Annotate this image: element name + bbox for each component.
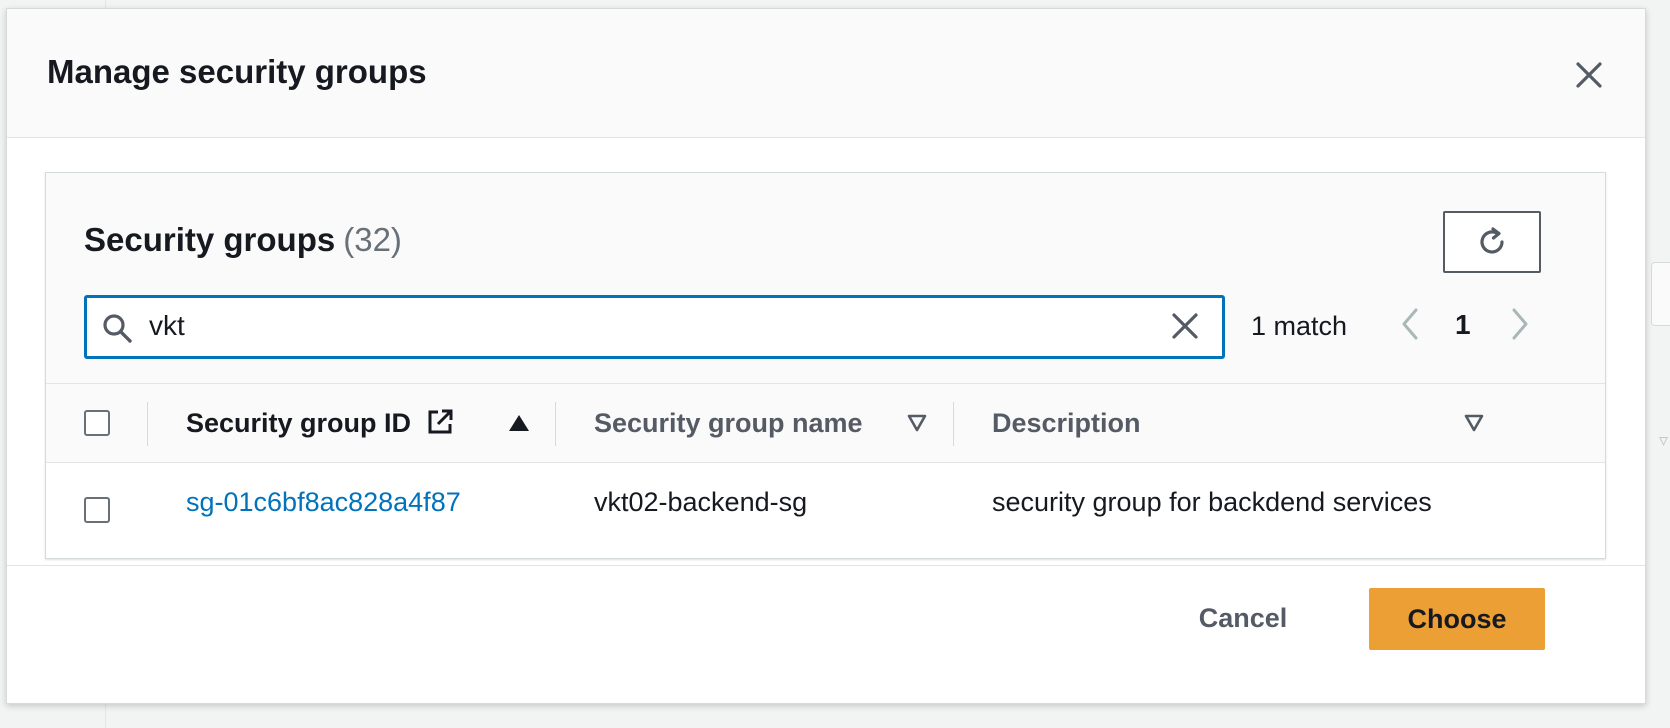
- cancel-button[interactable]: Cancel: [1175, 588, 1311, 648]
- search-icon: [103, 314, 132, 343]
- search-input[interactable]: [149, 306, 1149, 346]
- panel-title: Security groups (32): [84, 221, 402, 259]
- column-divider: [147, 402, 148, 446]
- sort-caret-down-icon[interactable]: [907, 414, 927, 432]
- external-link-icon[interactable]: [426, 408, 454, 436]
- security-group-name: vkt02-backend-sg: [594, 487, 808, 517]
- security-group-id-link[interactable]: sg-01c6bf8ac828a4f87: [186, 487, 461, 518]
- search-field[interactable]: [84, 295, 1225, 359]
- column-header-id[interactable]: Security group ID: [186, 408, 411, 439]
- match-count: 1 match: [1251, 311, 1348, 341]
- chevron-right-icon[interactable]: [1508, 306, 1532, 342]
- close-button[interactable]: [1567, 53, 1611, 97]
- security-groups-panel: Security groups(32) 1 match 1: [45, 172, 1606, 559]
- background-caret-icon: ▿: [1658, 430, 1668, 450]
- chevron-left-icon[interactable]: [1398, 306, 1422, 342]
- choose-button[interactable]: Choose: [1369, 588, 1545, 650]
- page-number[interactable]: 1: [1455, 309, 1471, 341]
- column-divider: [953, 402, 954, 446]
- clear-icon[interactable]: [1168, 309, 1202, 343]
- sort-caret-down-icon[interactable]: [1464, 414, 1484, 432]
- column-header-description[interactable]: Description: [992, 408, 1141, 439]
- modal-footer: Cancel Choose: [7, 565, 1645, 703]
- security-group-description: security group for backdend services: [992, 487, 1432, 517]
- close-icon: [1576, 62, 1602, 88]
- select-all-checkbox[interactable]: [84, 410, 110, 436]
- table-header: Security group ID Security group name De…: [46, 383, 1605, 463]
- modal-header: Manage security groups: [7, 9, 1645, 138]
- manage-security-groups-modal: Manage security groups Security groups (3…: [6, 8, 1646, 704]
- modal-title: Manage security groups: [47, 53, 427, 90]
- panel-title-text: Security groups: [84, 221, 336, 258]
- column-header-name[interactable]: Security group name: [594, 408, 863, 439]
- refresh-icon: [1480, 227, 1504, 254]
- sort-ascending-icon[interactable]: [508, 414, 530, 432]
- table-row[interactable]: sg-01c6bf8ac828a4f87 vkt02-backend-sg se…: [46, 463, 1605, 558]
- column-divider: [555, 402, 556, 446]
- background-widget: [1651, 262, 1670, 326]
- row-checkbox[interactable]: [84, 497, 110, 523]
- refresh-button[interactable]: [1443, 211, 1541, 273]
- panel-count: (32): [343, 221, 402, 258]
